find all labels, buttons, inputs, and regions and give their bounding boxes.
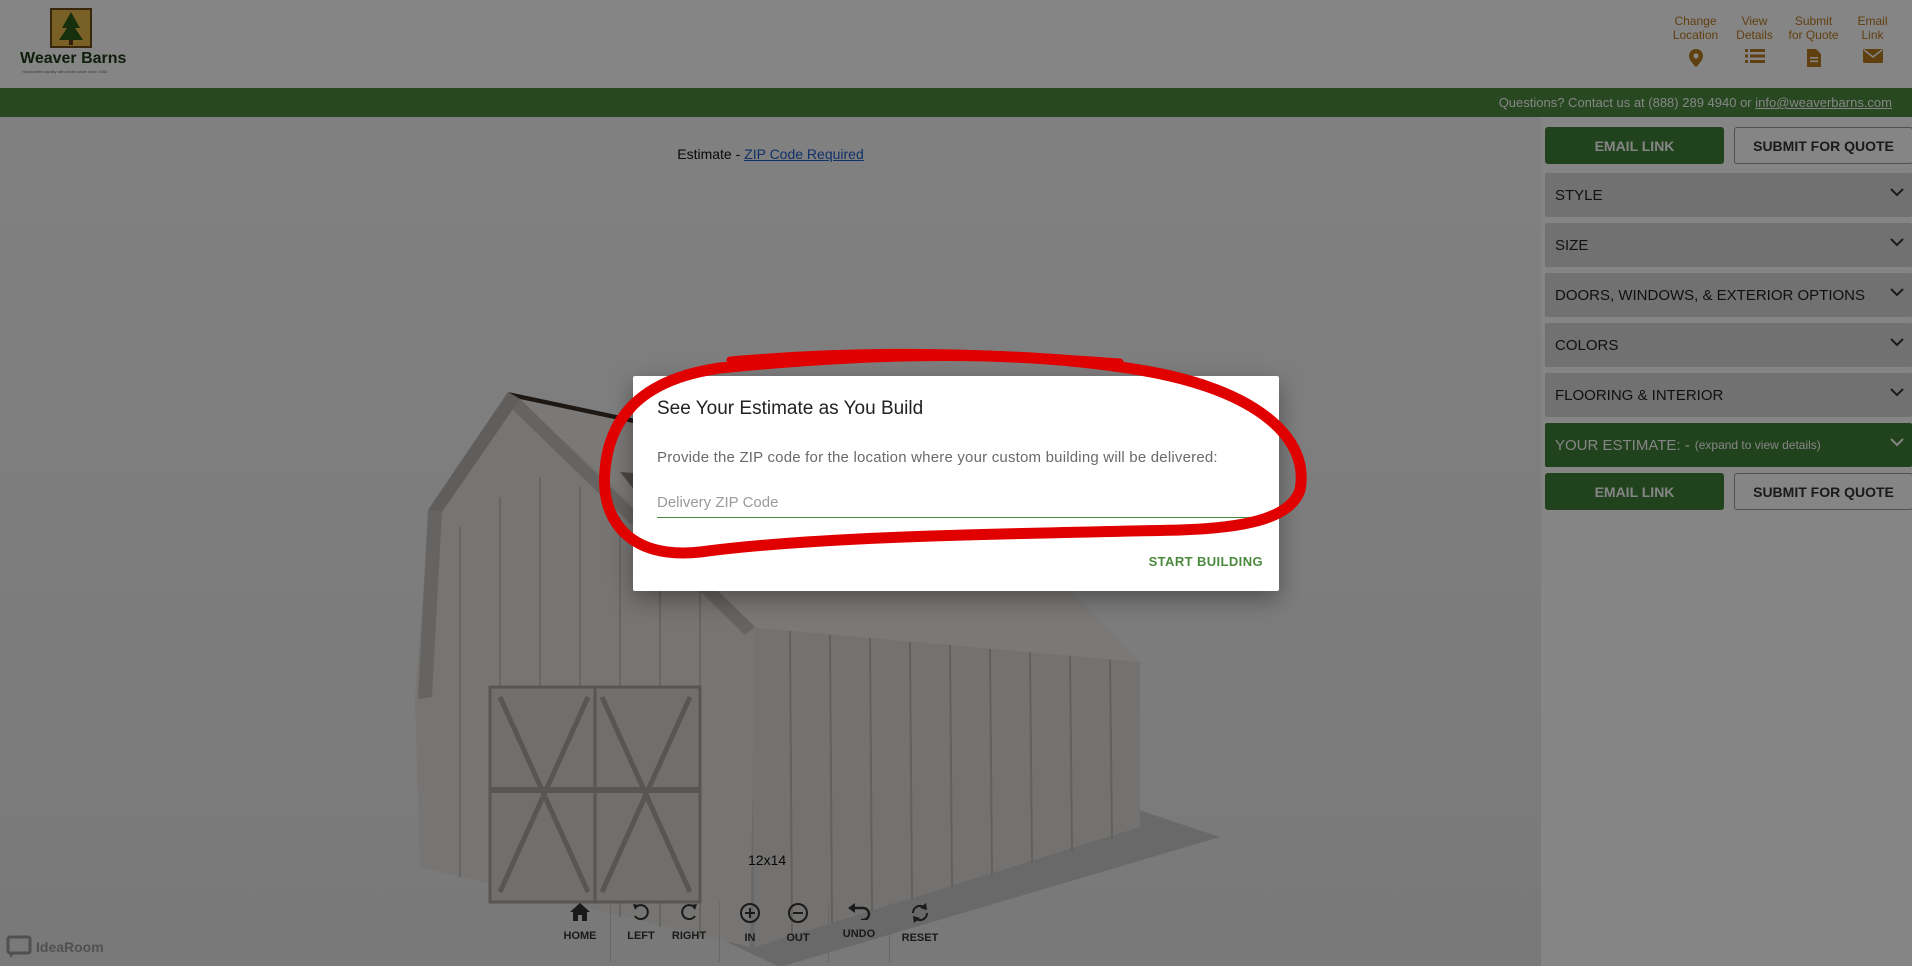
dialog-description: Provide the ZIP code for the location wh… (657, 449, 1218, 466)
start-building-button[interactable]: START BUILDING (1149, 554, 1263, 569)
dialog-title: See Your Estimate as You Build (657, 398, 924, 419)
delivery-zip-input[interactable] (657, 488, 1255, 518)
zip-code-dialog: See Your Estimate as You Build Provide t… (633, 376, 1279, 591)
